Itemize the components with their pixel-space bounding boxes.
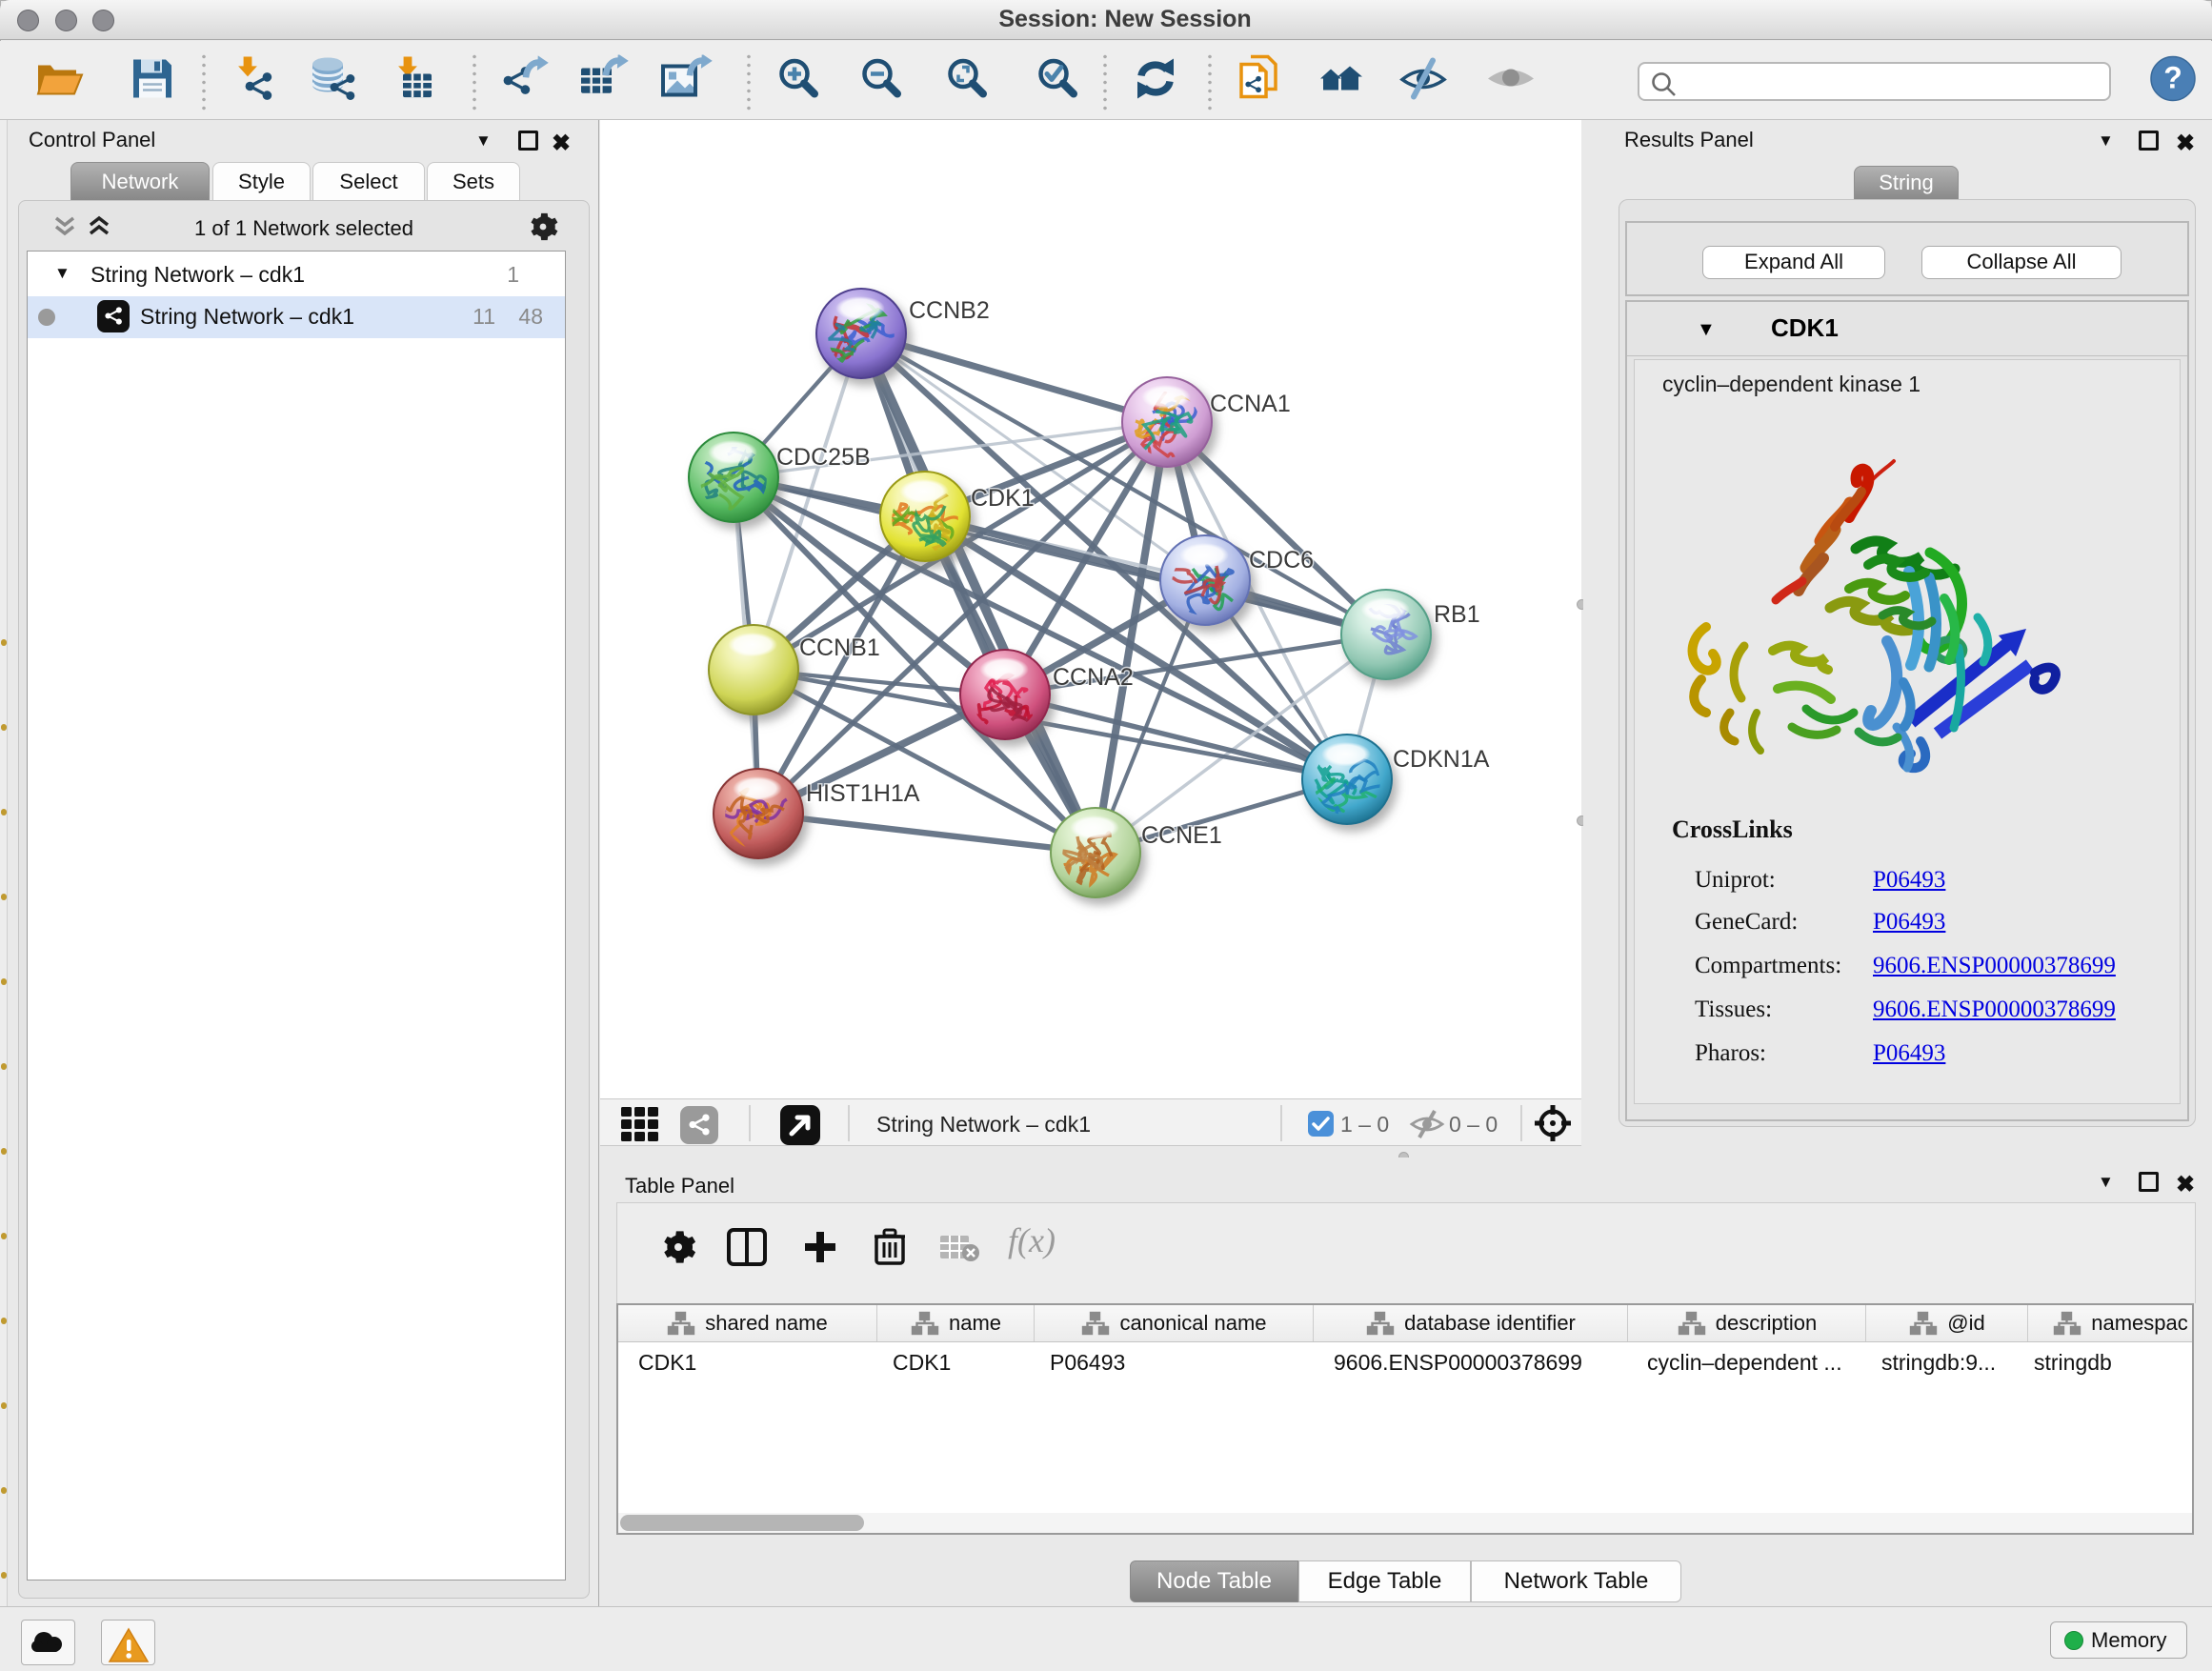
- svg-text:CDK1: CDK1: [971, 485, 1035, 512]
- svg-text:HIST1H1A: HIST1H1A: [806, 780, 920, 807]
- svg-text:CDKN1A: CDKN1A: [1393, 746, 1490, 773]
- svg-text:CDC25B: CDC25B: [776, 444, 871, 471]
- svg-text:CDC6: CDC6: [1249, 547, 1314, 574]
- svg-text:RB1: RB1: [1434, 601, 1480, 628]
- svg-text:CCNB2: CCNB2: [909, 297, 990, 324]
- svg-text:?: ?: [2163, 61, 2182, 95]
- svg-text:CCNB1: CCNB1: [799, 634, 880, 661]
- svg-text:CCNE1: CCNE1: [1141, 822, 1222, 849]
- svg-text:CCNA2: CCNA2: [1053, 664, 1134, 691]
- svg-text:CCNA1: CCNA1: [1210, 391, 1291, 417]
